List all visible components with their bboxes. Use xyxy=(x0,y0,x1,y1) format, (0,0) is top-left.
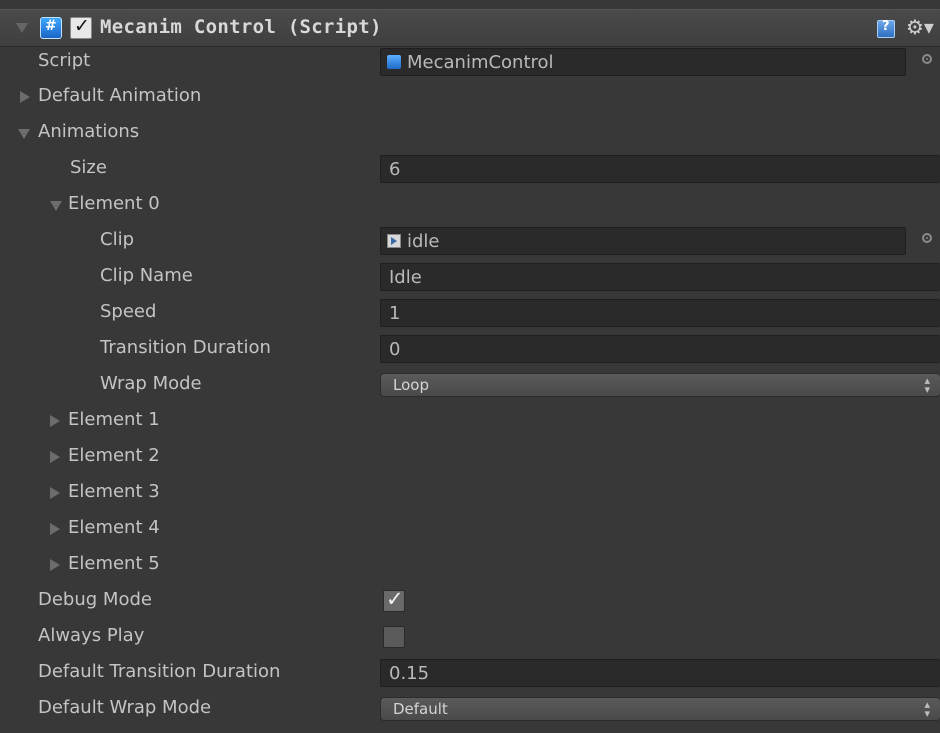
clip-label: Clip xyxy=(100,229,134,250)
clip-row: Clip idle xyxy=(0,224,940,259)
element-0-label: Element 0 xyxy=(68,193,160,214)
transition-duration-label: Transition Duration xyxy=(100,337,271,358)
clip-name-row: Clip Name Idle xyxy=(0,260,940,295)
element-4-row[interactable]: Element 4 xyxy=(0,512,940,547)
default-transition-row: Default Transition Duration 0.15 xyxy=(0,656,940,691)
inspector-panel: Mecanim Control (Script) ⚙▾ Script Mecan… xyxy=(0,0,940,733)
wrap-mode-value: Loop xyxy=(393,376,429,394)
default-transition-label: Default Transition Duration xyxy=(38,661,281,682)
element-1-row[interactable]: Element 1 xyxy=(0,404,940,439)
object-picker-icon[interactable] xyxy=(922,54,932,64)
element-3-row[interactable]: Element 3 xyxy=(0,476,940,511)
speed-row: Speed 1 xyxy=(0,296,940,331)
foldout-collapsed-icon[interactable] xyxy=(50,523,60,535)
clip-name-label: Clip Name xyxy=(100,265,193,286)
transition-duration-row: Transition Duration 0 xyxy=(0,332,940,367)
element-4-label: Element 4 xyxy=(68,517,160,538)
foldout-collapsed-icon[interactable] xyxy=(50,559,60,571)
animation-clip-icon xyxy=(387,234,401,248)
clip-value: idle xyxy=(407,231,440,252)
speed-label: Speed xyxy=(100,301,157,322)
object-picker-icon[interactable] xyxy=(922,233,932,243)
always-play-row: Always Play xyxy=(0,620,940,655)
element-3-label: Element 3 xyxy=(68,481,160,502)
always-play-label: Always Play xyxy=(38,625,145,646)
element-1-label: Element 1 xyxy=(68,409,160,430)
element-2-label: Element 2 xyxy=(68,445,160,466)
debug-mode-label: Debug Mode xyxy=(38,589,152,610)
element-2-row[interactable]: Element 2 xyxy=(0,440,940,475)
script-value: MecanimControl xyxy=(407,52,554,73)
script-icon xyxy=(387,55,401,69)
component-enabled-checkbox[interactable] xyxy=(70,15,92,39)
transition-duration-value: 0 xyxy=(389,339,401,360)
foldout-collapsed-icon[interactable] xyxy=(20,91,30,103)
always-play-checkbox[interactable] xyxy=(383,626,405,648)
help-icon[interactable] xyxy=(877,19,895,38)
clip-name-value: Idle xyxy=(389,267,422,288)
size-input[interactable]: 6 xyxy=(380,155,940,183)
transition-duration-input[interactable]: 0 xyxy=(380,335,940,363)
dropdown-arrows-icon: ▴ ▾ xyxy=(924,698,930,720)
default-animation-row[interactable]: Default Animation xyxy=(0,80,940,115)
debug-mode-checkbox[interactable] xyxy=(383,587,405,612)
component-header[interactable]: Mecanim Control (Script) ⚙▾ xyxy=(0,9,940,47)
clip-object-field[interactable]: idle xyxy=(380,227,906,255)
default-wrap-dropdown[interactable]: Default ▴ ▾ xyxy=(380,697,940,721)
default-animation-label: Default Animation xyxy=(38,85,202,106)
default-wrap-label: Default Wrap Mode xyxy=(38,697,212,718)
gear-icon[interactable]: ⚙▾ xyxy=(906,15,934,39)
clip-name-input[interactable]: Idle xyxy=(380,263,940,291)
default-wrap-row: Default Wrap Mode Default ▴ ▾ xyxy=(0,692,940,727)
wrap-mode-row: Wrap Mode Loop ▴ ▾ xyxy=(0,368,940,403)
default-wrap-value: Default xyxy=(393,700,448,718)
foldout-expanded-icon[interactable] xyxy=(50,201,62,211)
foldout-expanded-icon[interactable] xyxy=(18,129,30,139)
animations-label: Animations xyxy=(38,121,140,142)
element-5-label: Element 5 xyxy=(68,553,160,574)
wrap-mode-label: Wrap Mode xyxy=(100,373,202,394)
element-0-row[interactable]: Element 0 xyxy=(0,188,940,223)
script-object-field[interactable]: MecanimControl xyxy=(380,48,906,76)
animations-row[interactable]: Animations xyxy=(0,116,940,151)
script-label: Script xyxy=(38,50,91,71)
dropdown-arrows-icon: ▴ ▾ xyxy=(924,374,930,396)
element-5-row[interactable]: Element 5 xyxy=(0,548,940,583)
foldout-arrow-icon[interactable] xyxy=(16,23,28,33)
speed-input[interactable]: 1 xyxy=(380,299,940,327)
foldout-collapsed-icon[interactable] xyxy=(50,487,60,499)
wrap-mode-dropdown[interactable]: Loop ▴ ▾ xyxy=(380,373,940,397)
csharp-script-icon xyxy=(40,17,62,39)
foldout-collapsed-icon[interactable] xyxy=(50,451,60,463)
size-label: Size xyxy=(70,157,107,178)
component-title: Mecanim Control (Script) xyxy=(100,16,382,38)
speed-value: 1 xyxy=(389,303,401,324)
size-row: Size 6 xyxy=(0,152,940,187)
script-row: Script MecanimControl xyxy=(0,45,940,80)
default-transition-value: 0.15 xyxy=(389,663,430,684)
foldout-collapsed-icon[interactable] xyxy=(50,415,60,427)
debug-mode-row: Debug Mode xyxy=(0,584,940,619)
default-transition-input[interactable]: 0.15 xyxy=(380,659,940,687)
size-value: 6 xyxy=(389,159,401,180)
